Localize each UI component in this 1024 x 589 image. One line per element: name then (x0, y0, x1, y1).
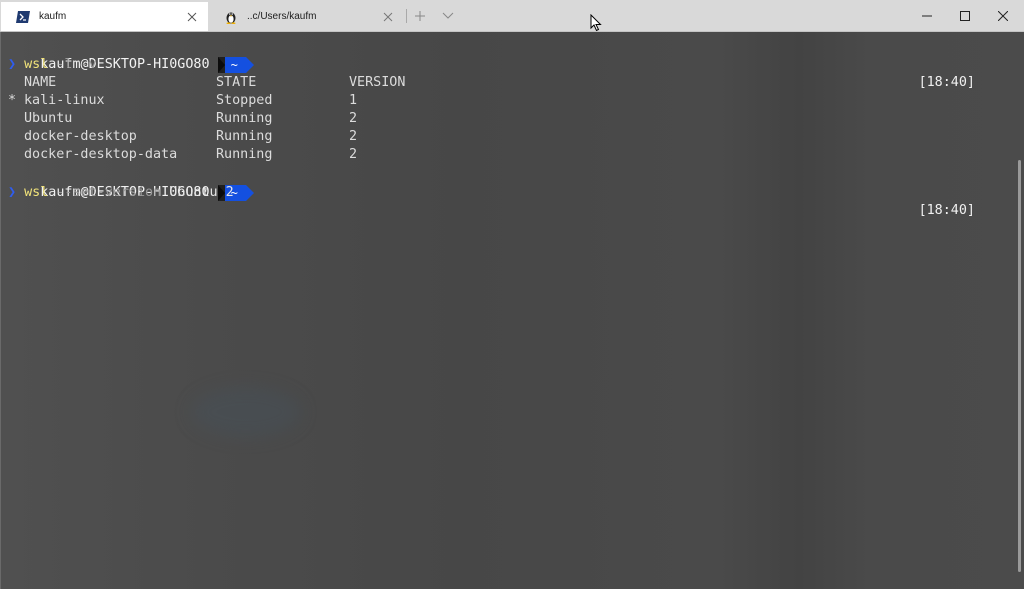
tab-users-kaufm[interactable]: ..c/Users/kaufm (209, 2, 404, 31)
table-header: NAME STATE VERSION (8, 74, 608, 92)
prompt-line: kaufm@DESKTOP-HI0GO80 ~ [18:40] (8, 38, 1018, 90)
header-name: NAME (24, 75, 57, 90)
tab-separator (406, 9, 407, 23)
background-blur (191, 387, 301, 437)
command-flags: --set-version (56, 185, 162, 200)
prompt-path: ~ (230, 58, 238, 72)
distro-state: Running (216, 111, 273, 126)
distro-version: 2 (349, 147, 358, 162)
distro-state: Running (216, 147, 273, 162)
prompt-time: [18:40] (918, 203, 975, 218)
prompt-chevron: ❯ (8, 185, 17, 200)
table-row: Ubuntu Running 2 (8, 110, 608, 128)
header-state: STATE (216, 75, 257, 90)
new-tab-plus-icon[interactable] (412, 8, 428, 24)
distro-name: docker-desktop-data (24, 147, 178, 162)
tab-kaufm[interactable]: kaufm (1, 2, 208, 31)
powershell-icon (15, 9, 31, 25)
command-line[interactable]: ❯ wsl --set-version Ubuntu 2 (8, 184, 234, 202)
close-tab-icon[interactable] (380, 9, 396, 25)
distro-version: 1 (349, 93, 358, 108)
prompt-time: [18:40] (918, 75, 975, 90)
mouse-cursor-icon (590, 14, 602, 32)
tab-title: kaufm (39, 11, 67, 22)
distro-version: 2 (349, 111, 358, 126)
close-window-button[interactable] (984, 0, 1022, 31)
prompt-line: kaufm@DESKTOP-HI0GO80 ~ [18:40] (8, 166, 1018, 218)
chevron-down-icon[interactable] (440, 8, 456, 24)
prompt-path-segment: ~ (217, 57, 255, 73)
maximize-button[interactable] (946, 0, 984, 31)
title-bar: kaufm ..c/Users/kaufm (0, 0, 1024, 32)
minimize-button[interactable] (908, 0, 946, 31)
table-row: docker-desktop-data Running 2 (8, 146, 608, 164)
scrollbar[interactable] (1018, 160, 1021, 572)
distro-state: Stopped (216, 93, 273, 108)
linux-tux-icon (223, 9, 239, 25)
maximize-icon (960, 10, 970, 21)
default-marker: * (8, 93, 17, 108)
distro-name: docker-desktop (24, 129, 137, 144)
distro-version: 2 (349, 129, 358, 144)
distro-name: kali-linux (24, 93, 105, 108)
command-args: Ubuntu 2 (169, 185, 234, 200)
close-icon (998, 10, 1008, 21)
command-name: wsl (24, 185, 49, 200)
command-name: wsl (24, 57, 49, 72)
prompt-chevron: ❯ (8, 57, 17, 72)
header-version: VERSION (349, 75, 406, 90)
close-tab-icon[interactable] (184, 9, 200, 25)
table-row: docker-desktop Running 2 (8, 128, 608, 146)
command-flags: -l -v (56, 57, 97, 72)
distro-state: Running (216, 129, 273, 144)
table-row: * kali-linux Stopped 1 (8, 92, 608, 110)
distro-name: Ubuntu (24, 111, 73, 126)
tab-title: ..c/Users/kaufm (247, 11, 317, 22)
command-line: ❯ wsl -l -v (8, 56, 97, 74)
minimize-icon (922, 15, 932, 16)
terminal-pane[interactable]: kaufm@DESKTOP-HI0GO80 ~ [18:40] ❯ wsl -l … (0, 32, 1024, 589)
